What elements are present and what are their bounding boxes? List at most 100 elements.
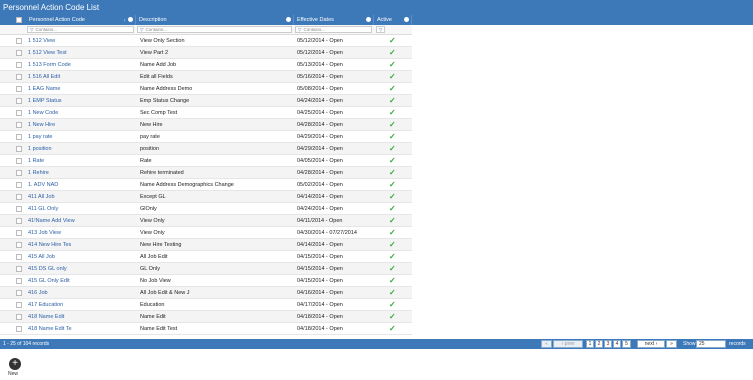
action-code-link[interactable]: 418 Name Edit Te bbox=[28, 323, 136, 335]
page-button[interactable]: 3 bbox=[604, 340, 612, 348]
action-code-link[interactable]: 41!Name Add View bbox=[28, 215, 136, 227]
table-row[interactable]: 415 DS GL only GL Only 04/15/2014 - Open ✓ bbox=[0, 263, 412, 275]
table-row[interactable]: 41!Name Add View View Only 04/11/2014 - Op… bbox=[0, 215, 412, 227]
row-checkbox[interactable] bbox=[16, 146, 22, 152]
row-checkbox[interactable] bbox=[16, 266, 22, 272]
table-row[interactable]: 1 New Hire New Hire 04/28/2014 - Open ✓ bbox=[0, 119, 412, 131]
action-code-link[interactable]: 1 New Code bbox=[28, 107, 136, 119]
table-row[interactable]: 1 New Code Sec Comp Test 04/25/2014 - Open… bbox=[0, 107, 412, 119]
row-checkbox[interactable] bbox=[16, 38, 22, 44]
row-checkbox[interactable] bbox=[16, 74, 22, 80]
action-code-link[interactable]: 417 Education bbox=[28, 299, 136, 311]
table-row[interactable]: 414 New Hire Tes New Hire Testing 04/14/20… bbox=[0, 239, 412, 251]
row-checkbox[interactable] bbox=[16, 62, 22, 68]
row-checkbox[interactable] bbox=[16, 290, 22, 296]
action-code-link[interactable]: 1. ADV NAD bbox=[28, 179, 136, 191]
table-row[interactable]: 1 Rate Rate 04/05/2014 - Open ✓ bbox=[0, 155, 412, 167]
first-page-button[interactable]: « bbox=[541, 340, 552, 348]
table-row[interactable]: 1 516 All Edit Edit all Fields 05/16/2014 … bbox=[0, 71, 412, 83]
page-button[interactable]: 2 bbox=[595, 340, 603, 348]
row-checkbox[interactable] bbox=[16, 314, 22, 320]
action-code-link[interactable]: 1 New Hire bbox=[28, 119, 136, 131]
action-code-link[interactable]: 1 EAG Name bbox=[28, 83, 136, 95]
select-all-checkbox[interactable] bbox=[16, 17, 22, 23]
table-row[interactable]: 1 513 Form Code Name Add Job 05/13/2014 - … bbox=[0, 59, 412, 71]
action-code-link[interactable]: 415 GL Only Edit bbox=[28, 275, 136, 287]
filter-description-input[interactable]: ▽ Contains... bbox=[137, 26, 292, 33]
row-checkbox[interactable] bbox=[16, 326, 22, 332]
gear-icon[interactable] bbox=[404, 17, 409, 22]
action-code-link[interactable]: 1 Rate bbox=[28, 155, 136, 167]
row-checkbox[interactable] bbox=[16, 254, 22, 260]
page-button[interactable]: 5 bbox=[622, 340, 631, 348]
action-code-link[interactable]: 411 GL Only bbox=[28, 203, 136, 215]
col-header-dates[interactable]: Effective Dates bbox=[294, 15, 374, 25]
action-code-link[interactable]: 1 516 All Edit bbox=[28, 71, 136, 83]
action-code-link[interactable]: 1 513 Form Code bbox=[28, 59, 136, 71]
table-row[interactable]: 418 Name Edit Name Edit 04/18/2014 - Open ✓ bbox=[0, 311, 412, 323]
row-checkbox[interactable] bbox=[16, 170, 22, 176]
row-checkbox[interactable] bbox=[16, 242, 22, 248]
action-code-link[interactable]: 416 Job bbox=[28, 287, 136, 299]
row-checkbox[interactable] bbox=[16, 134, 22, 140]
row-checkbox[interactable] bbox=[16, 122, 22, 128]
row-checkbox[interactable] bbox=[16, 278, 22, 284]
table-row[interactable]: 1. ADV NAD Name Address Demographics Chan… bbox=[0, 179, 412, 191]
action-code-link[interactable]: 1 512 View Test bbox=[28, 47, 136, 59]
table-row[interactable]: 413 Job View View Only 04/30/2014 - 07/27/… bbox=[0, 227, 412, 239]
table-row[interactable]: 417 Education Education 04/17/2014 - Open ✓ bbox=[0, 299, 412, 311]
gear-icon[interactable] bbox=[366, 17, 371, 22]
plus-circle-icon[interactable]: + bbox=[9, 358, 21, 370]
table-row[interactable]: 415 GL Only Edit No Job View 04/15/2014 - … bbox=[0, 275, 412, 287]
row-checkbox[interactable] bbox=[16, 158, 22, 164]
col-header-description[interactable]: Description bbox=[136, 15, 294, 25]
row-checkbox[interactable] bbox=[16, 110, 22, 116]
col-header-code[interactable]: Personnel Action Code ↑ bbox=[26, 15, 136, 25]
gear-icon[interactable] bbox=[286, 17, 291, 22]
action-code-link[interactable]: 414 New Hire Tes bbox=[28, 239, 136, 251]
action-code-link[interactable]: 1 Rehire bbox=[28, 167, 136, 179]
action-code-link[interactable]: 1 position bbox=[28, 143, 136, 155]
action-code-link[interactable]: 415 DS GL only bbox=[28, 263, 136, 275]
page-button[interactable]: 4 bbox=[613, 340, 621, 348]
col-header-active[interactable]: Active bbox=[374, 15, 412, 25]
table-row[interactable]: 418 Name Edit Te Name Edit Test 04/18/2014… bbox=[0, 323, 412, 335]
action-code-link[interactable]: 1 EMP Status bbox=[28, 95, 136, 107]
table-row[interactable]: 1 EAG Name Name Address Demo 05/08/2014 - … bbox=[0, 83, 412, 95]
action-code-link[interactable]: 415 All Job bbox=[28, 251, 136, 263]
row-checkbox[interactable] bbox=[16, 98, 22, 104]
table-row[interactable]: 1 512 View View Only Section 05/12/2014 - … bbox=[0, 35, 412, 47]
row-checkbox[interactable] bbox=[16, 86, 22, 92]
filter-dates-input[interactable]: ▽ Contains... bbox=[295, 26, 372, 33]
last-page-button[interactable]: » bbox=[666, 340, 677, 348]
action-code-link[interactable]: 413 Job View bbox=[28, 227, 136, 239]
filter-code-input[interactable]: ▽ Contains... bbox=[27, 26, 134, 33]
filter-active-input[interactable]: ▽ bbox=[376, 26, 385, 33]
row-checkbox[interactable] bbox=[16, 194, 22, 200]
page-button[interactable]: 1 bbox=[586, 340, 594, 348]
action-code-link[interactable]: 411 All Job bbox=[28, 191, 136, 203]
row-checkbox[interactable] bbox=[16, 302, 22, 308]
new-button-label[interactable]: New bbox=[8, 371, 18, 377]
table-row[interactable]: 1 pay rate pay rate 04/29/2014 - Open ✓ bbox=[0, 131, 412, 143]
table-row[interactable]: 1 512 View Test View Part 2 05/12/2014 - O… bbox=[0, 47, 412, 59]
row-checkbox[interactable] bbox=[16, 206, 22, 212]
next-page-button[interactable]: next › bbox=[637, 340, 665, 348]
table-row[interactable]: 1 position position 04/29/2014 - Open ✓ bbox=[0, 143, 412, 155]
table-row[interactable]: 415 All Job All Job Edit 04/15/2014 - Open… bbox=[0, 251, 412, 263]
action-code-link[interactable]: 1 512 View bbox=[28, 35, 136, 47]
prev-page-button[interactable]: ‹ prev bbox=[553, 340, 583, 348]
table-row[interactable]: 1 Rehire Rehire terminated 04/28/2014 - Op… bbox=[0, 167, 412, 179]
table-row[interactable]: 1 EMP Status Emp Status Change 04/24/2014 … bbox=[0, 95, 412, 107]
row-checkbox[interactable] bbox=[16, 50, 22, 56]
action-code-link[interactable]: 1 pay rate bbox=[28, 131, 136, 143]
table-row[interactable]: 411 All Job Except GL 04/14/2014 - Open ✓ bbox=[0, 191, 412, 203]
table-row[interactable]: 411 GL Only GlOnly 04/24/2014 - Open ✓ bbox=[0, 203, 412, 215]
row-checkbox[interactable] bbox=[16, 182, 22, 188]
table-row[interactable]: 416 Job All Job Edit & New J 04/16/2014 - … bbox=[0, 287, 412, 299]
page-size-select[interactable]: 25 bbox=[696, 340, 726, 348]
gear-icon[interactable] bbox=[128, 17, 133, 22]
row-checkbox[interactable] bbox=[16, 230, 22, 236]
row-checkbox[interactable] bbox=[16, 218, 22, 224]
action-code-link[interactable]: 418 Name Edit bbox=[28, 311, 136, 323]
